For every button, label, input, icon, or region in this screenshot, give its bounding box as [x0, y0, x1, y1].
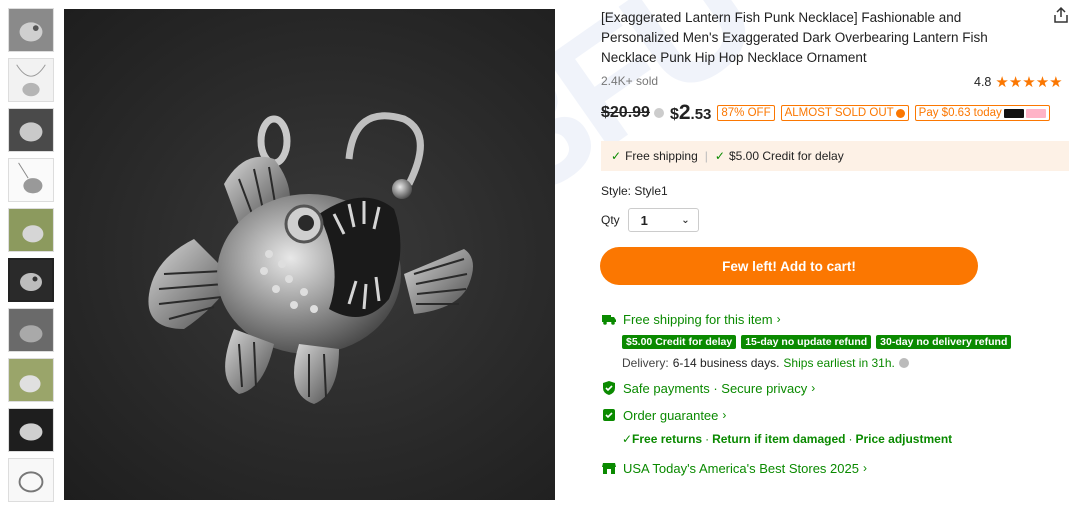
badge-30-day: 30-day no delivery refund: [876, 335, 1012, 349]
safe-payments-label: Safe payments · Secure privacy: [623, 380, 808, 396]
free-shipping-link[interactable]: Free shipping for this item ›: [601, 311, 781, 327]
sold-count: 2.4K+ sold: [601, 74, 659, 88]
chevron-right-icon: ›: [722, 408, 727, 422]
thumbnail-5[interactable]: [8, 208, 54, 252]
guarantee-damaged: Return if item damaged: [712, 432, 846, 446]
add-to-cart-button[interactable]: Few left! Add to cart!: [600, 247, 978, 285]
check-icon: ✓: [611, 149, 622, 163]
store-icon: [601, 460, 617, 476]
thumbnail-9[interactable]: [8, 408, 54, 452]
sold-out-tag[interactable]: ALMOST SOLD OUT: [780, 105, 909, 121]
price-row: $20.99 $ 2 .53 87% OFF ALMOST SOLD OUT P…: [601, 101, 1050, 125]
shield-icon: [601, 380, 617, 396]
check-icon: ✓: [714, 149, 725, 163]
lantern-fish-pendant-image: [148, 112, 473, 404]
discount-tag: 87% OFF: [717, 105, 775, 121]
chevron-right-icon: ›: [862, 461, 867, 475]
ships-earliest: Ships earliest in 31h.: [783, 356, 895, 370]
sold-out-label: ALMOST SOLD OUT: [784, 107, 894, 119]
guarantee-items: ✓Free returns · Return if item damaged · Pri…: [622, 432, 952, 446]
help-icon[interactable]: [898, 358, 909, 368]
dot-separator: ·: [848, 432, 853, 446]
badge-15-day: 15-day no update refund: [741, 335, 872, 349]
free-shipping-label: Free shipping: [625, 149, 698, 163]
truck-icon: [601, 311, 617, 327]
share-icon[interactable]: [1052, 6, 1070, 24]
info-dot-icon: [895, 108, 905, 118]
payment-logo-icon: [1003, 108, 1024, 118]
rating-value: 4.8: [974, 75, 992, 89]
thumbnail-2[interactable]: [8, 58, 54, 102]
shipping-badges: $5.00 Credit for delay 15-day no update …: [622, 335, 1016, 349]
thumbnail-10[interactable]: [8, 458, 54, 502]
info-icon[interactable]: [653, 108, 664, 118]
price-decimal: .53: [690, 106, 712, 123]
thumbnail-4[interactable]: [8, 158, 54, 202]
chevron-right-icon: ›: [776, 312, 781, 326]
main-product-image[interactable]: [64, 9, 555, 500]
thumbnail-7[interactable]: [8, 308, 54, 352]
safe-payments-link[interactable]: Safe payments · Secure privacy ›: [601, 380, 815, 396]
current-price: $ 2 .53: [670, 101, 711, 125]
free-shipping-item-label: Free shipping for this item: [623, 311, 773, 327]
separator: |: [704, 149, 708, 163]
price-integer: 2: [678, 101, 691, 124]
dot-separator: ·: [705, 432, 710, 446]
pay-today-tag[interactable]: Pay $0.63 today: [914, 105, 1050, 121]
delivery-label: Delivery:: [622, 356, 669, 370]
delivery-days: 6-14 business days.: [672, 356, 780, 370]
guarantee-icon: [601, 407, 617, 423]
shipping-banner: ✓ Free shipping | ✓ $5.00 Credit for del…: [601, 141, 1069, 171]
thumbnail-8[interactable]: [8, 358, 54, 402]
rating-stars-icon: ★★★★★: [995, 74, 1063, 91]
thumbnail-6-selected[interactable]: [8, 258, 54, 302]
order-guarantee-label: Order guarantee: [623, 407, 719, 423]
credit-delay-label: $5.00 Credit for delay: [728, 149, 844, 163]
chevron-down-icon: ⌄: [681, 214, 690, 226]
pay-today-label: Pay $0.63 today: [918, 107, 1002, 119]
thumbnail-list: [8, 8, 54, 507]
original-price: $20.99: [601, 104, 650, 121]
quantity-row: Qty 1 ⌄: [601, 208, 699, 232]
delivery-info: Delivery: 6-14 business days. Ships earl…: [622, 356, 909, 370]
style-label: Style: Style1: [601, 184, 668, 198]
thumbnail-1[interactable]: [8, 8, 54, 52]
badge-credit-delay: $5.00 Credit for delay: [622, 335, 737, 349]
best-stores-link[interactable]: USA Today's America's Best Stores 2025 ›: [601, 460, 867, 476]
rating[interactable]: 4.8 ★★★★★: [974, 73, 1063, 91]
guarantee-free-returns: ✓Free returns: [622, 432, 703, 446]
order-guarantee-link[interactable]: Order guarantee ›: [601, 407, 726, 423]
guarantee-price-adjust: Price adjustment: [855, 432, 953, 446]
chevron-right-icon: ›: [811, 381, 816, 395]
klarna-logo-icon: [1025, 108, 1046, 118]
price-symbol: $: [669, 106, 679, 123]
qty-value: 1: [640, 212, 648, 228]
best-stores-label: USA Today's America's Best Stores 2025: [623, 460, 859, 476]
qty-label: Qty: [601, 213, 620, 227]
quantity-select[interactable]: 1 ⌄: [627, 208, 699, 232]
product-title: [Exaggerated Lantern Fish Punk Necklace]…: [601, 10, 988, 65]
thumbnail-3[interactable]: [8, 108, 54, 152]
